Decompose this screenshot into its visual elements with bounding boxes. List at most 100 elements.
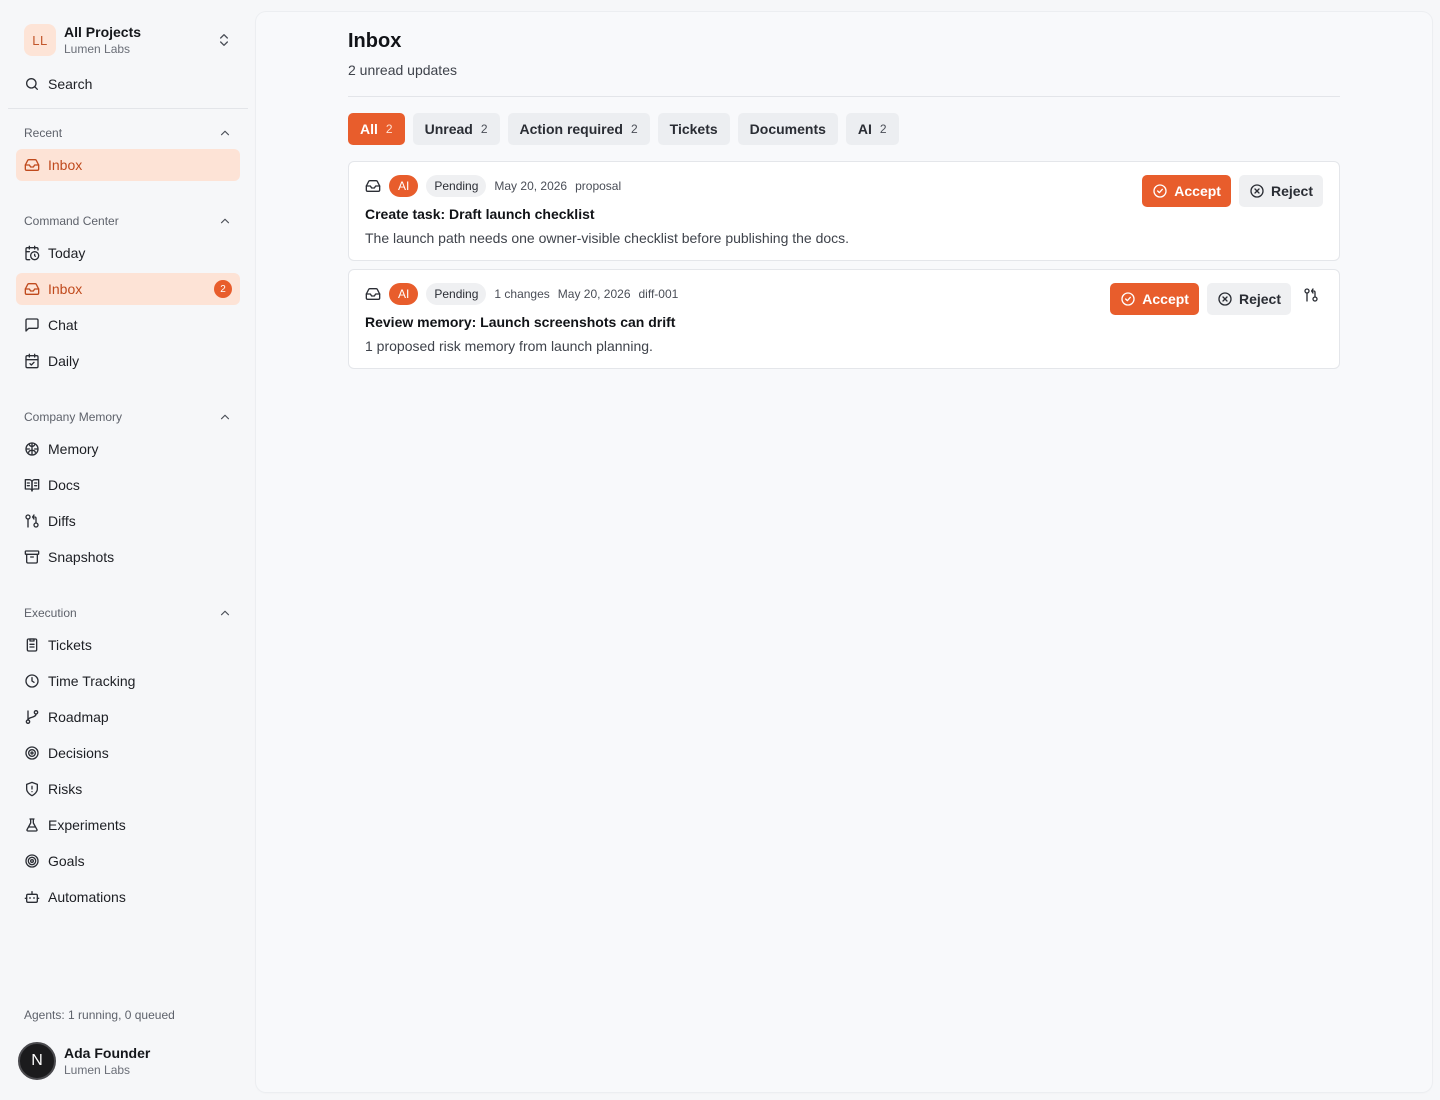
accept-button[interactable]: Accept xyxy=(1110,283,1199,315)
sidebar-divider xyxy=(8,108,248,109)
user-name: Ada Founder xyxy=(64,1045,151,1061)
sidebar-item-daily[interactable]: Daily xyxy=(16,345,240,377)
section-header-command-center[interactable]: Command Center xyxy=(16,211,240,231)
tab-action-required[interactable]: Action required 2 xyxy=(507,113,650,145)
sidebar-item-label: Tickets xyxy=(48,637,92,653)
item-title: Review memory: Launch screenshots can dr… xyxy=(365,314,676,330)
chevron-up-icon xyxy=(220,218,230,224)
sidebar-item-tickets[interactable]: Tickets xyxy=(16,629,240,661)
page-title: Inbox xyxy=(348,30,402,52)
git-compare-icon xyxy=(1304,288,1318,302)
tab-label: Documents xyxy=(749,121,826,137)
sidebar: LL All Projects Lumen Labs Search Recent… xyxy=(0,0,256,1100)
inbox-icon xyxy=(24,159,40,171)
sidebar-item-label: Docs xyxy=(48,477,80,493)
section-title: Command Center xyxy=(24,214,119,228)
goal-icon xyxy=(25,854,39,868)
tab-unread[interactable]: Unread 2 xyxy=(412,113,500,145)
inbox-item[interactable]: AI Pending May 20, 2026 proposal Accept … xyxy=(348,161,1340,261)
sidebar-item-label: Inbox xyxy=(48,157,83,173)
check-circle-icon xyxy=(1121,292,1135,306)
sidebar-item-label: Roadmap xyxy=(48,709,109,725)
sidebar-item-automations[interactable]: Automations xyxy=(16,881,240,913)
sidebar-item-label: Risks xyxy=(48,781,83,797)
tab-count: 2 xyxy=(385,122,393,136)
sidebar-item-label: Daily xyxy=(48,353,80,369)
workspace-switcher[interactable]: LL All Projects Lumen Labs xyxy=(16,16,240,64)
sidebar-item-snapshots[interactable]: Snapshots xyxy=(16,541,240,573)
item-actions: Accept Reject xyxy=(1134,175,1323,207)
sidebar-item-docs[interactable]: Docs xyxy=(16,469,240,501)
tab-documents[interactable]: Documents xyxy=(737,113,838,145)
sidebar-item-risks[interactable]: Risks xyxy=(16,773,240,805)
sidebar-item-label: Decisions xyxy=(48,745,109,761)
brain-icon xyxy=(25,442,39,456)
sidebar-item-today[interactable]: Today xyxy=(16,237,240,269)
section-header-company-memory[interactable]: Company Memory xyxy=(16,407,240,427)
search-button[interactable]: Search xyxy=(16,70,240,98)
item-meta: AI Pending 1 changes May 20, 2026 diff-0… xyxy=(365,283,686,305)
reject-button[interactable]: Reject xyxy=(1238,175,1323,207)
section-title: Recent xyxy=(24,126,63,140)
reject-label: Reject xyxy=(1270,183,1313,199)
accept-label: Accept xyxy=(1142,291,1189,307)
workspace-subtitle: Lumen Labs xyxy=(64,41,131,56)
sidebar-item-inbox[interactable]: Inbox 2 xyxy=(16,273,240,305)
item-actions: Accept Reject xyxy=(1102,283,1323,315)
sidebar-item-roadmap[interactable]: Roadmap xyxy=(16,701,240,733)
section-header-recent[interactable]: Recent xyxy=(16,123,240,143)
reject-button[interactable]: Reject xyxy=(1206,283,1291,315)
target-icon xyxy=(25,746,39,760)
status-badge: Pending xyxy=(426,283,487,305)
page-subtitle: 2 unread updates xyxy=(348,62,457,78)
source-badge: AI xyxy=(389,283,419,305)
section-title: Execution xyxy=(24,606,77,620)
chevrons-up-down-icon xyxy=(220,34,228,46)
sidebar-item-chat[interactable]: Chat xyxy=(16,309,240,341)
item-ref: proposal xyxy=(575,179,622,193)
tab-count: 2 xyxy=(630,122,638,136)
git-compare-icon xyxy=(25,514,39,528)
sidebar-item-decisions[interactable]: Decisions xyxy=(16,737,240,769)
inbox-icon xyxy=(365,180,381,192)
sidebar-item-diffs[interactable]: Diffs xyxy=(16,505,240,537)
sidebar-item-label: Time Tracking xyxy=(48,673,136,689)
tab-count: 2 xyxy=(480,122,488,136)
calendar-clock-icon xyxy=(25,245,40,261)
reject-label: Reject xyxy=(1238,291,1281,307)
item-meta: AI Pending May 20, 2026 proposal xyxy=(365,175,629,197)
sidebar-item-label: Memory xyxy=(48,441,99,457)
clipboard-icon xyxy=(26,638,38,652)
sidebar-item-goals[interactable]: Goals xyxy=(16,845,240,877)
unread-count-badge: 2 xyxy=(214,280,232,298)
sidebar-item-time-tracking[interactable]: Time Tracking xyxy=(16,665,240,697)
accept-button[interactable]: Accept xyxy=(1142,175,1231,207)
item-title: Create task: Draft launch checklist xyxy=(365,206,595,222)
inbox-item[interactable]: AI Pending 1 changes May 20, 2026 diff-0… xyxy=(348,269,1340,369)
sidebar-item-label: Experiments xyxy=(48,817,126,833)
git-branch-icon xyxy=(25,710,39,724)
tab-tickets[interactable]: Tickets xyxy=(657,113,730,145)
workspace-title: All Projects xyxy=(64,23,142,40)
tab-ai[interactable]: AI 2 xyxy=(845,113,899,145)
tab-all[interactable]: All 2 xyxy=(348,113,405,145)
item-changes: 1 changes xyxy=(494,287,550,301)
user-org: Lumen Labs xyxy=(64,1063,131,1077)
accept-label: Accept xyxy=(1174,183,1221,199)
item-date: May 20, 2026 xyxy=(494,179,568,193)
item-ref: diff-001 xyxy=(638,287,679,301)
avatar: N xyxy=(18,1042,56,1080)
sidebar-item-memory[interactable]: Memory xyxy=(16,433,240,465)
item-description: 1 proposed risk memory from launch plann… xyxy=(365,338,653,354)
section-header-execution[interactable]: Execution xyxy=(16,603,240,623)
tab-label: Unread xyxy=(424,121,473,137)
agents-status: Agents: 1 running, 0 queued xyxy=(24,1008,175,1022)
header-divider xyxy=(348,96,1340,97)
view-diff-button[interactable] xyxy=(1299,283,1323,307)
user-menu[interactable]: N Ada Founder Lumen Labs xyxy=(18,1040,240,1082)
status-badge: Pending xyxy=(426,175,487,197)
sidebar-item-experiments[interactable]: Experiments xyxy=(16,809,240,841)
sidebar-item-recent-inbox[interactable]: Inbox xyxy=(16,149,240,181)
book-icon xyxy=(24,479,40,492)
sidebar-item-label: Inbox xyxy=(48,281,83,297)
